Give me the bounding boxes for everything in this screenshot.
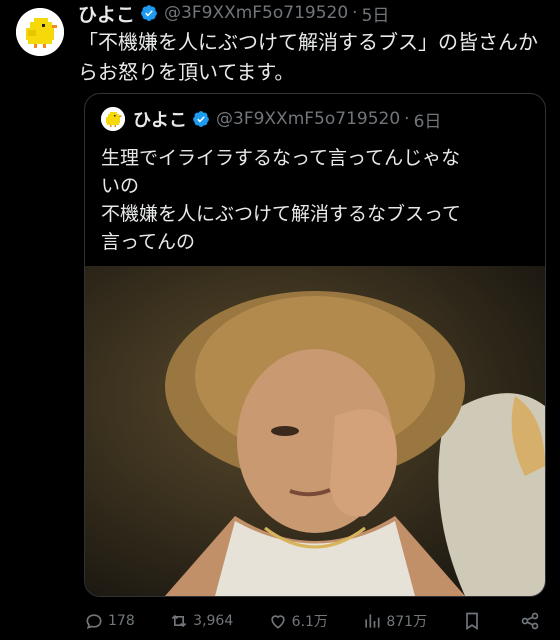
action-bar: 178 3,964 6.1万 871万 xyxy=(84,606,544,636)
display-name[interactable]: ひよこ xyxy=(78,0,135,27)
handle[interactable]: @3F9XXmF5o719520 xyxy=(164,3,348,23)
quoted-text-line: 言ってんの xyxy=(101,231,196,253)
quoted-text-line: 不機嫌を人にぶつけて解消するなブスって xyxy=(101,203,462,225)
verified-badge-icon xyxy=(193,111,209,127)
quoted-tweet-header: ひよこ @3F9XXmF5o719520 · 6日 xyxy=(101,106,441,132)
tweet-header: ひよこ @3F9XXmF5o719520 · 5日 xyxy=(78,0,389,26)
like-button[interactable]: 6.1万 xyxy=(268,611,328,631)
views-button[interactable]: 871万 xyxy=(362,611,427,631)
quoted-separator: · xyxy=(404,109,410,129)
timestamp[interactable]: 5日 xyxy=(362,1,390,26)
repost-button[interactable]: 3,964 xyxy=(169,611,233,631)
share-button[interactable] xyxy=(520,611,544,631)
verified-badge-icon xyxy=(141,5,157,21)
quoted-tweet-text: 生理でイライラするなって言ってんじゃな いの 不機嫌を人にぶつけて解消するなブス… xyxy=(101,144,531,256)
quoted-text-line: 生理でイライラするなって言ってんじゃな xyxy=(101,147,461,169)
reply-icon xyxy=(86,614,102,630)
separator: · xyxy=(352,3,358,23)
repost-count: 3,964 xyxy=(193,613,234,629)
chick-avatar xyxy=(16,8,64,56)
views-count: 871万 xyxy=(386,614,428,630)
tweet[interactable]: ひよこ @3F9XXmF5o719520 · 5日 「不機嫌を人にぶつけて解消す… xyxy=(0,0,560,640)
quoted-avatar xyxy=(101,107,125,131)
reply-count: 178 xyxy=(108,613,135,629)
quoted-handle: @3F9XXmF5o719520 xyxy=(216,109,401,129)
chick-avatar xyxy=(101,107,125,131)
like-icon xyxy=(271,615,285,629)
quoted-display-name: ひよこ xyxy=(133,110,187,131)
like-count: 6.1万 xyxy=(291,614,328,630)
media-photo xyxy=(85,266,545,596)
share-icon xyxy=(521,612,539,630)
bookmark-icon xyxy=(465,612,478,631)
bookmark-button[interactable] xyxy=(462,611,486,631)
reply-button[interactable]: 178 xyxy=(84,611,135,631)
views-icon xyxy=(365,614,380,628)
quoted-timestamp: 6日 xyxy=(413,111,442,132)
quoted-media-image[interactable] xyxy=(85,266,545,596)
quoted-tweet[interactable]: ひよこ @3F9XXmF5o719520 · 6日 生理でイライラするなって言っ… xyxy=(84,93,546,597)
avatar[interactable] xyxy=(16,8,64,56)
tweet-text: 「不機嫌を人にぶつけて解消するブス」の皆さんからお怒りを頂いてます。 xyxy=(78,30,538,84)
repost-icon xyxy=(171,614,187,628)
quoted-text-line: いの xyxy=(101,175,140,197)
